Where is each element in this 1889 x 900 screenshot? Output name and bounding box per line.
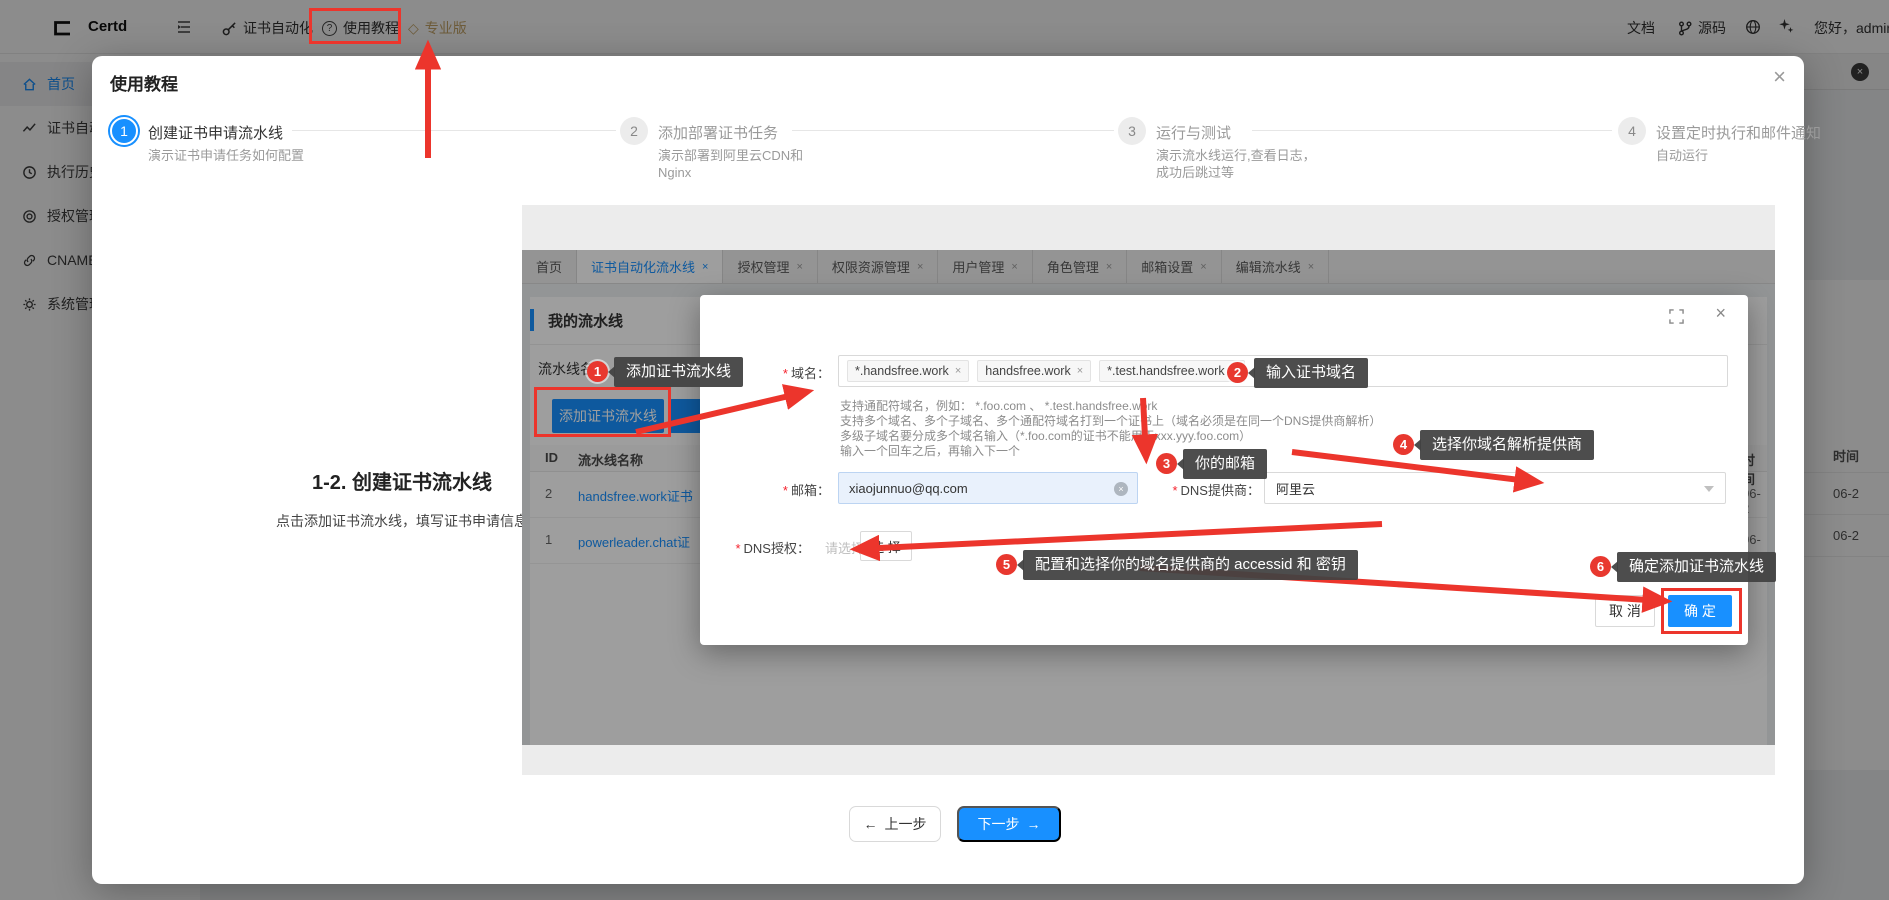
step-2-title: 添加部署证书任务 (658, 122, 778, 143)
dns-auth-placeholder: 请选择 (825, 538, 864, 557)
screen: ⊏ Certd 证书自动化 ? 使用教程 ◇ 专业版 文档 (0, 0, 1889, 900)
domain-tags-input[interactable]: *.handsfree.work× handsfree.work× *.test… (838, 355, 1728, 387)
prev-step-button[interactable]: ← 上一步 (849, 806, 941, 842)
tag-close-icon[interactable]: × (1231, 365, 1237, 377)
dns-auth-select-button[interactable]: 选 择 (860, 531, 912, 561)
tutorial-close-icon[interactable]: × (1773, 64, 1786, 90)
email-input[interactable]: xiaojunnuo@qq.com × (838, 472, 1138, 504)
modal-close-icon[interactable]: × (1715, 303, 1726, 324)
domain-tag: *.test.handsfree.work× (1099, 360, 1245, 382)
step-3-title: 运行与测试 (1156, 122, 1231, 143)
step-4-desc: 自动运行 (1656, 147, 1826, 164)
step-2-number: 2 (620, 117, 648, 145)
step-4: 4 设置定时执行和邮件通知 自动运行 (1618, 117, 1646, 145)
step-2-desc: 演示部署到阿里云CDN和Nginx (658, 147, 828, 181)
domain-field-label: *域名： (710, 363, 830, 382)
fullscreen-icon[interactable] (1669, 309, 1684, 324)
step-3: 3 运行与测试 演示流水线运行,查看日志，成功后跳过等 (1118, 117, 1146, 145)
step-1-number: 1 (110, 117, 138, 145)
tutorial-title: 使用教程 (110, 70, 178, 95)
next-step-button[interactable]: 下一步 → (957, 806, 1061, 842)
email-value: xiaojunnuo@qq.com (849, 481, 968, 496)
arrow-left-icon: ← (864, 816, 878, 832)
dns-provider-label: *DNS提供商： (1140, 480, 1260, 499)
cancel-button[interactable]: 取 消 (1595, 595, 1655, 627)
domain-tip: 输入一个回车之后，再输入下一个 (840, 442, 1020, 459)
tutorial-modal: 使用教程 × 1 创建证书申请流水线 演示证书申请任务如何配置 2 添加部署证书… (92, 56, 1804, 884)
step-4-title: 设置定时执行和邮件通知 (1656, 122, 1821, 143)
step-1: 1 创建证书申请流水线 演示证书申请任务如何配置 (110, 117, 138, 145)
step-3-number: 3 (1118, 117, 1146, 145)
chevron-down-icon (1704, 486, 1714, 492)
dns-provider-select[interactable]: 阿里云 (1264, 472, 1726, 504)
step-1-title: 创建证书申请流水线 (148, 122, 283, 143)
step-1-desc: 演示证书申请任务如何配置 (148, 147, 316, 164)
dns-auth-label: *DNS授权： (690, 538, 810, 557)
step-3-desc: 演示流水线运行,查看日志，成功后跳过等 (1156, 147, 1316, 181)
screenshot-top-strip (522, 205, 1775, 250)
add-pipeline-modal: × *域名： *.handsfree.work× handsfree.work×… (700, 295, 1748, 645)
tutorial-screenshot: 首页 证书自动化流水线× 授权管理× 权限资源管理× 用户管理× 角色管理× 邮… (522, 205, 1775, 775)
tag-close-icon[interactable]: × (1077, 365, 1083, 377)
dns-provider-value: 阿里云 (1276, 479, 1315, 498)
step-2: 2 添加部署证书任务 演示部署到阿里云CDN和Nginx (620, 117, 648, 145)
screenshot-bottom-strip (522, 745, 1775, 775)
step-4-number: 4 (1618, 117, 1646, 145)
domain-tag: handsfree.work× (977, 360, 1091, 382)
domain-tag: *.handsfree.work× (847, 360, 969, 382)
clear-input-icon[interactable]: × (1114, 482, 1128, 496)
email-field-label: *邮箱： (710, 480, 830, 499)
ok-button[interactable]: 确 定 (1668, 595, 1732, 627)
tag-close-icon[interactable]: × (955, 365, 961, 377)
arrow-right-icon: → (1027, 816, 1041, 832)
